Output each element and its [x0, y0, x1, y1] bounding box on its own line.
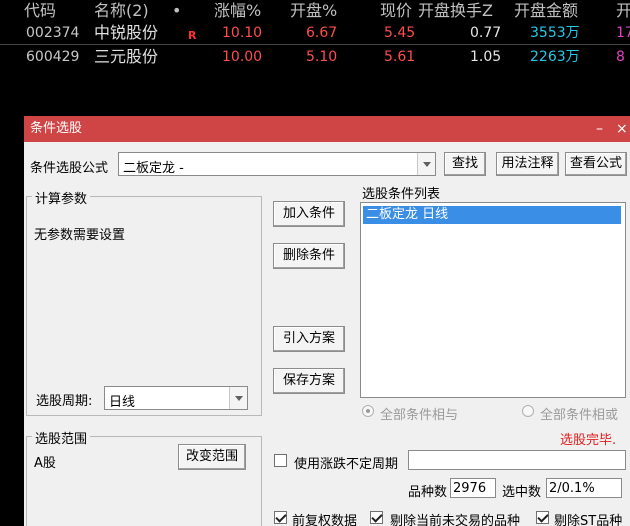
col-header-name[interactable]: 名称(2)	[94, 0, 149, 22]
col-header-open-turnover[interactable]: 开盘换手Z	[418, 0, 493, 22]
stock-code: 002374	[26, 25, 80, 41]
dialog-title: 条件选股	[30, 121, 83, 136]
uncertain-period-input[interactable]	[408, 450, 626, 470]
variety-count-value: 2976	[453, 481, 487, 496]
col-header-code[interactable]: 代码	[24, 0, 56, 22]
usage-notes-button[interactable]: 用法注释	[496, 152, 559, 176]
radio-and-label[interactable]: 全部条件相与	[380, 404, 458, 423]
open-amount: 2263万	[530, 49, 580, 65]
no-params-text: 无参数需要设置	[34, 228, 126, 243]
condition-list[interactable]: 二板定龙 日线	[360, 202, 626, 398]
col-header-open-pct[interactable]: 开盘%	[290, 0, 337, 22]
col-header-price[interactable]: 现价	[380, 0, 412, 22]
open-pct: 5.10	[306, 49, 338, 65]
radio-and[interactable]	[362, 405, 374, 417]
stock-table-header: 代码 名称(2) • 涨幅% 开盘% 现价 开盘换手Z 开盘金额 开	[0, 0, 630, 22]
close-icon[interactable]: ×	[616, 116, 628, 142]
period-select[interactable]: 日线	[104, 386, 248, 410]
remove-st-checkbox[interactable]	[536, 511, 549, 524]
period-label: 选股周期:	[36, 394, 93, 409]
selected-count-value: 2/0.1%	[549, 481, 595, 496]
range-value: A股	[34, 456, 56, 471]
delete-condition-button[interactable]: 删除条件	[273, 243, 345, 269]
formula-select[interactable]: 二板定龙 -	[118, 152, 436, 176]
table-row[interactable]: 600429 三元股份 10.00 5.10 5.61 1.05 2263万 8	[0, 46, 630, 68]
minimize-icon[interactable]: –	[596, 116, 603, 142]
status-text: 选股完毕.	[560, 433, 617, 448]
selected-count-field: 2/0.1%	[546, 478, 622, 498]
col-header-dot[interactable]: •	[172, 0, 181, 22]
col-header-open-amount[interactable]: 开盘金额	[514, 0, 578, 22]
change-pct: 10.10	[222, 25, 263, 41]
chevron-down-icon[interactable]	[417, 153, 435, 175]
open-amount: 3553万	[530, 25, 580, 41]
add-condition-button[interactable]: 加入条件	[273, 201, 345, 227]
col-header-change-pct[interactable]: 涨幅%	[214, 0, 261, 22]
chevron-down-icon[interactable]	[229, 387, 247, 409]
open-turnover: 1.05	[470, 49, 502, 65]
stock-name: 中锐股份	[94, 23, 159, 42]
row-divider	[0, 44, 630, 45]
col-header-open-more[interactable]: 开	[616, 0, 630, 22]
calc-params-title: 计算参数	[32, 188, 91, 207]
uncertain-period-checkbox[interactable]	[274, 454, 287, 467]
price: 5.45	[384, 25, 416, 41]
remove-st-label[interactable]: 剔除ST品种	[554, 510, 622, 526]
forward-adjust-label[interactable]: 前复权数据	[292, 510, 357, 526]
find-button[interactable]: 查找	[444, 152, 486, 176]
radio-or-label[interactable]: 全部条件相或	[540, 404, 618, 423]
variety-count-field: 2976	[450, 478, 496, 498]
truncated-value: 17	[616, 25, 630, 41]
import-plan-button[interactable]: 引入方案	[273, 326, 345, 352]
radio-or[interactable]	[522, 405, 534, 417]
table-row[interactable]: 002374 中锐股份 R 10.10 6.67 5.45 0.77 3553万…	[0, 22, 630, 44]
period-value: 日线	[109, 395, 136, 410]
forward-adjust-checkbox[interactable]	[274, 511, 287, 524]
remove-untraded-label[interactable]: 剔除当前未交易的品种	[390, 510, 520, 526]
open-pct: 6.67	[306, 25, 338, 41]
condition-select-dialog: 条件选股 – × 条件选股公式 二板定龙 - 查找 用法注释 查看公式 计算参数…	[24, 116, 630, 526]
change-pct: 10.00	[222, 49, 263, 65]
stock-code: 600429	[26, 49, 80, 65]
selected-count-label: 选中数	[502, 485, 542, 500]
condition-list-label: 选股条件列表	[362, 187, 441, 202]
dialog-titlebar[interactable]: 条件选股 – ×	[24, 116, 630, 142]
list-item[interactable]: 二板定龙 日线	[363, 206, 621, 224]
range-title: 选股范围	[32, 428, 91, 447]
view-formula-button[interactable]: 查看公式	[565, 152, 627, 176]
truncated-value: 8	[616, 49, 625, 65]
open-turnover: 0.77	[470, 25, 502, 41]
formula-value: 二板定龙 -	[123, 161, 184, 176]
save-plan-button[interactable]: 保存方案	[273, 368, 345, 394]
formula-label: 条件选股公式	[30, 161, 109, 176]
price: 5.61	[384, 49, 416, 65]
variety-count-label: 品种数	[408, 485, 448, 500]
change-range-button[interactable]: 改变范围	[178, 444, 246, 470]
remove-untraded-checkbox[interactable]	[370, 511, 383, 524]
stock-name: 三元股份	[94, 47, 159, 66]
uncertain-period-label[interactable]: 使用涨跌不定周期	[294, 453, 398, 472]
